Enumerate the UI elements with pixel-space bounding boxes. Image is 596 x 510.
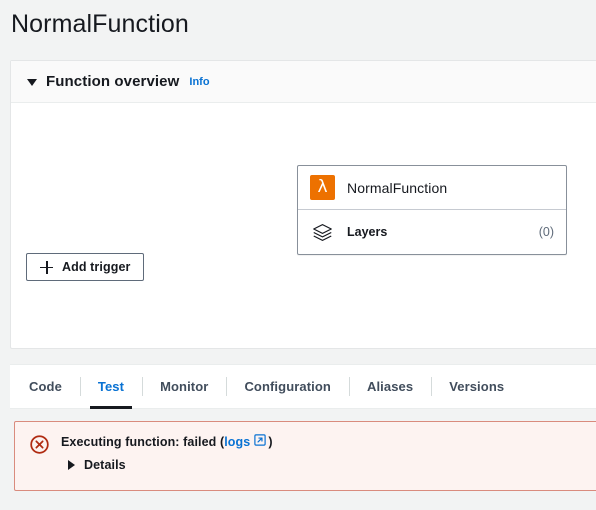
function-overview-panel: Function overview Info λ NormalFunction bbox=[10, 60, 596, 349]
details-expander[interactable]: Details bbox=[68, 458, 273, 472]
caret-down-icon[interactable] bbox=[27, 78, 37, 86]
alert-body: Executing function: failed ( logs ) Deta… bbox=[61, 433, 273, 478]
lambda-glyph: λ bbox=[317, 177, 328, 197]
tabs-row: Code Test Monitor Configuration Aliases … bbox=[10, 365, 596, 409]
tabs-panel: Code Test Monitor Configuration Aliases … bbox=[10, 364, 596, 409]
page-title: NormalFunction bbox=[11, 10, 189, 38]
alert-title: Executing function: failed ( logs ) bbox=[61, 434, 273, 449]
function-card[interactable]: λ NormalFunction Layers (0) bbox=[297, 165, 567, 255]
layers-icon bbox=[310, 220, 335, 245]
tab-versions[interactable]: Versions bbox=[431, 365, 522, 408]
tab-monitor[interactable]: Monitor bbox=[142, 365, 226, 408]
tab-test[interactable]: Test bbox=[79, 365, 142, 409]
function-overview-body: λ NormalFunction Layers (0) Add trigger bbox=[11, 103, 596, 349]
tab-aliases[interactable]: Aliases bbox=[348, 365, 431, 408]
lambda-icon: λ bbox=[310, 175, 335, 200]
layers-count: (0) bbox=[538, 225, 554, 239]
tab-code[interactable]: Code bbox=[11, 365, 80, 408]
add-trigger-label: Add trigger bbox=[62, 260, 131, 274]
add-trigger-button[interactable]: Add trigger bbox=[26, 253, 145, 281]
lambda-function-page: NormalFunction Function overview Info λ … bbox=[0, 0, 596, 510]
function-card-layers-row[interactable]: Layers (0) bbox=[298, 210, 566, 254]
error-circle-x-icon bbox=[29, 434, 50, 455]
details-label: Details bbox=[84, 458, 126, 472]
tab-configuration[interactable]: Configuration bbox=[226, 365, 349, 408]
caret-right-icon[interactable] bbox=[68, 460, 75, 470]
external-link-icon[interactable] bbox=[254, 434, 267, 449]
bottom-background-strip bbox=[0, 496, 596, 510]
function-card-name-row[interactable]: λ NormalFunction bbox=[298, 166, 566, 210]
function-overview-header[interactable]: Function overview Info bbox=[11, 61, 596, 103]
alert-text-before: Executing function: failed ( bbox=[61, 434, 225, 449]
execution-error-alert: Executing function: failed ( logs ) Deta… bbox=[14, 421, 596, 491]
info-link[interactable]: Info bbox=[189, 76, 209, 88]
plus-icon bbox=[40, 260, 53, 274]
alert-text-after: ) bbox=[268, 434, 273, 449]
layers-label: Layers bbox=[347, 225, 388, 239]
logs-link[interactable]: logs bbox=[224, 435, 250, 449]
function-overview-title: Function overview bbox=[46, 73, 180, 90]
function-card-name: NormalFunction bbox=[347, 179, 448, 196]
